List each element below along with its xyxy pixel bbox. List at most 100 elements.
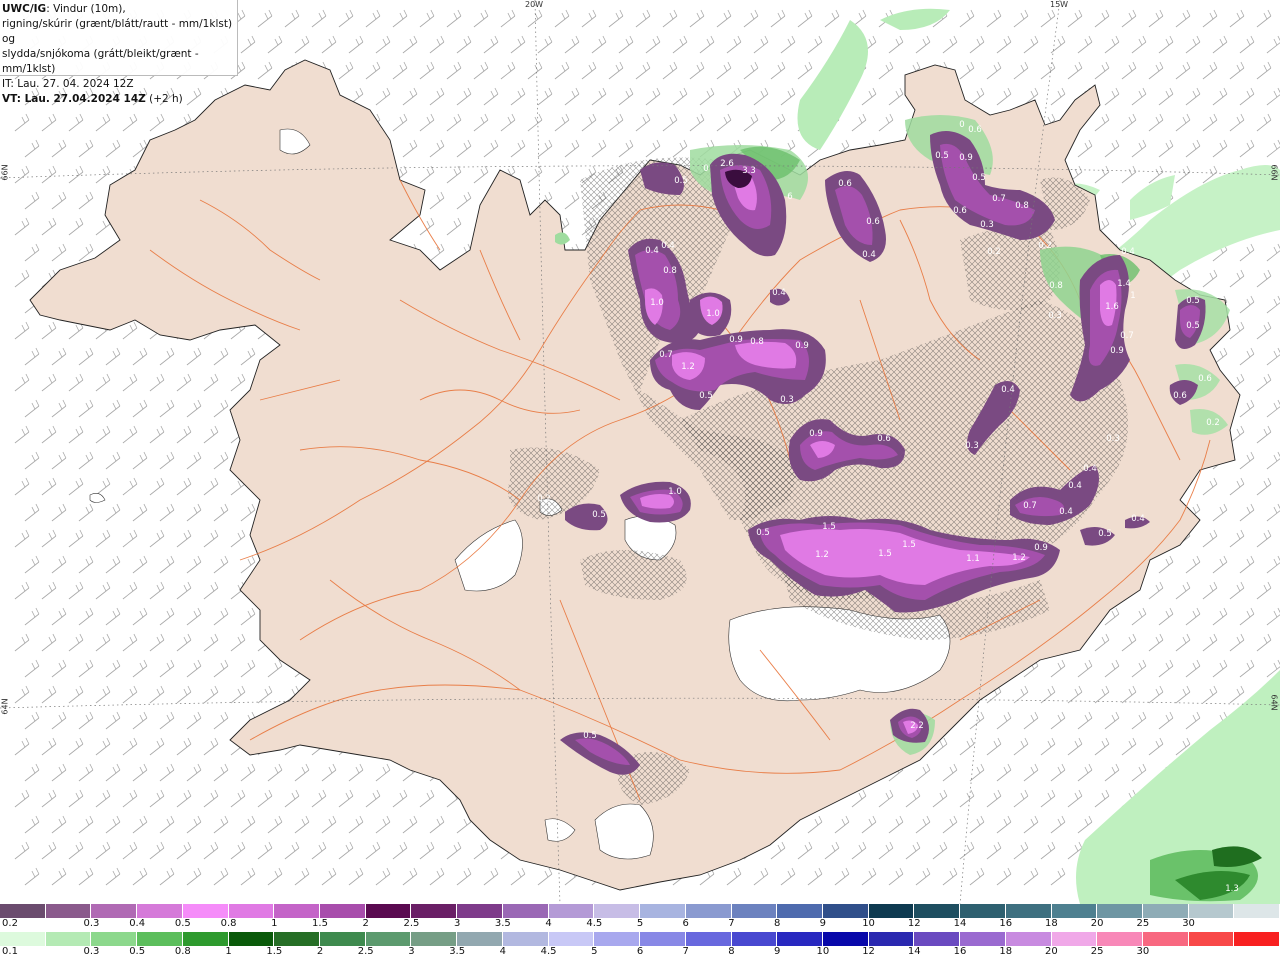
legend-label: 14: [907, 946, 921, 957]
precip-label: 0.7: [659, 350, 673, 360]
legend-label: 0.8: [220, 918, 237, 929]
legend-label: 2.5: [403, 918, 420, 929]
precip-label: 0.6: [838, 179, 852, 189]
precip-label: 1.2: [1012, 553, 1026, 563]
legend-swatch: [548, 904, 595, 918]
legend-swatch: [868, 904, 915, 918]
grid-label-64n: 64N: [0, 698, 10, 715]
precip-label: 0.5: [972, 173, 986, 183]
precip-label: 0.5: [1098, 529, 1112, 539]
legend-label: 0.8: [174, 946, 191, 957]
legend-swatch: [1188, 932, 1235, 946]
precip-label: 0.6: [968, 125, 982, 135]
legend-swatch: [914, 904, 961, 918]
precip-label: 2.6: [720, 159, 734, 169]
precip-label: 0: [703, 164, 708, 174]
legend-swatch: [1142, 904, 1189, 918]
precip-label: 0.4: [661, 241, 675, 251]
precip-label: 0.4: [1068, 481, 1082, 491]
model-name: UWC/IG: [2, 3, 47, 15]
precip-label: 3.3: [742, 166, 756, 176]
legend-swatch: [1234, 904, 1280, 918]
legend-swatch: [777, 932, 823, 946]
precip-label: 0.4: [772, 288, 786, 298]
legend-label: 3: [408, 946, 415, 957]
legend-label: 0.4: [129, 918, 146, 929]
legend-swatch: [640, 904, 686, 918]
legend-label: 12: [907, 918, 921, 929]
legend-rain-labels: 0.1 0.3 0.5 0.8 1 1.5 2 2.5 3 3.5 4 4.5 5 6 7 8 9 10 12 14 1…: [0, 946, 1280, 960]
precip-label: 0.6: [1173, 391, 1187, 401]
legend-label: 2: [316, 946, 324, 957]
legend-swatch: [822, 932, 869, 946]
legend-swatch: [960, 932, 1006, 946]
precip-label: 1.5: [822, 522, 836, 532]
legend-label: 20: [1090, 918, 1104, 929]
legend-swatch: [182, 904, 229, 918]
legend-label: 10: [862, 918, 875, 929]
legend-swatch: [1097, 932, 1143, 946]
legend-swatch: [1142, 932, 1189, 946]
precip-label: 1.5: [902, 540, 916, 550]
legend-swatch: [1005, 904, 1052, 918]
legend-label: 4: [545, 918, 552, 929]
precip-label: 0.5: [583, 731, 597, 741]
precip-label: 1.2: [815, 550, 829, 560]
legend-label: 16: [953, 946, 967, 957]
legend-label: 6: [682, 918, 689, 929]
map-info-box: UWC/IG: Vindur (10m), rigning/skúrir (gr…: [0, 0, 238, 105]
grid-label-15w: 15W: [1050, 0, 1069, 9]
legend-swatch: [137, 904, 183, 918]
precip-label: 0.3: [617, 811, 631, 821]
legend-swatch: [45, 904, 92, 918]
legend-swatch: [594, 904, 641, 918]
precip-label: 0.7: [1023, 501, 1037, 511]
legend-label: 0.5: [129, 946, 146, 957]
precip-label: 0.9: [809, 429, 823, 439]
precip-label: 0.4: [862, 250, 876, 260]
legend-label: 1: [225, 946, 232, 957]
legend-swatch: [365, 904, 412, 918]
legend-label: 25: [1090, 946, 1104, 957]
precip-label: 1: [1130, 291, 1135, 301]
precip-label: 0.8: [663, 266, 677, 276]
legend-label: 5: [636, 918, 644, 929]
precip-label: 0.3: [980, 220, 994, 230]
precip-label: 0.3: [780, 395, 794, 405]
header-line-2: rigning/skúrir (grænt/blátt/rautt - mm/1…: [2, 18, 233, 45]
legend-swatch: [822, 904, 869, 918]
precip-label: 0.4: [1059, 507, 1073, 517]
precip-label: 0.3: [1048, 311, 1062, 321]
grid-label-66n: 66N: [0, 164, 10, 181]
legend-label: 18: [1045, 918, 1058, 929]
precip-label: 0.4: [1083, 464, 1097, 474]
legend-swatch: [731, 904, 778, 918]
precip-label: 0.5: [674, 176, 688, 186]
precip-label: 0.4: [1121, 247, 1135, 257]
valid-time-line: VT: Lau. 27.04.2024 14Z (+2 h): [2, 92, 237, 107]
legend-label: 9: [773, 946, 781, 957]
precip-label: 0.3: [965, 441, 979, 451]
legend-label: 30: [1136, 946, 1150, 957]
legend-swatch: [1051, 932, 1098, 946]
legend-label: 4.5: [586, 918, 603, 929]
legend-swatch: [91, 904, 138, 918]
precip-label: 6: [787, 192, 792, 202]
legend-label: 3.5: [449, 946, 466, 957]
legend-swatch: [228, 932, 275, 946]
legend-label: 7: [682, 946, 689, 957]
legend-label: 9: [819, 918, 827, 929]
precip-label: 1.4: [1117, 279, 1131, 289]
precip-label: 0.2: [1038, 241, 1052, 251]
precip-label: 0.9: [1110, 346, 1124, 356]
legend-label: 10: [816, 946, 830, 957]
legend-swatch: [685, 904, 732, 918]
valid-time: VT: Lau. 27.04.2024 14Z: [2, 93, 146, 105]
precip-label: 0.2: [987, 247, 1001, 257]
precip-label: 1.3: [1225, 884, 1239, 894]
precip-label: 1.5: [878, 549, 892, 559]
legend-label: 7: [728, 918, 735, 929]
weather-map[interactable]: 2.63.300.560.40.40.81.01.00.71.20.9 0.8 0.…: [0, 0, 1280, 960]
legend-swatch: [320, 904, 366, 918]
grid-label-66n-right: 66N: [1269, 164, 1279, 181]
